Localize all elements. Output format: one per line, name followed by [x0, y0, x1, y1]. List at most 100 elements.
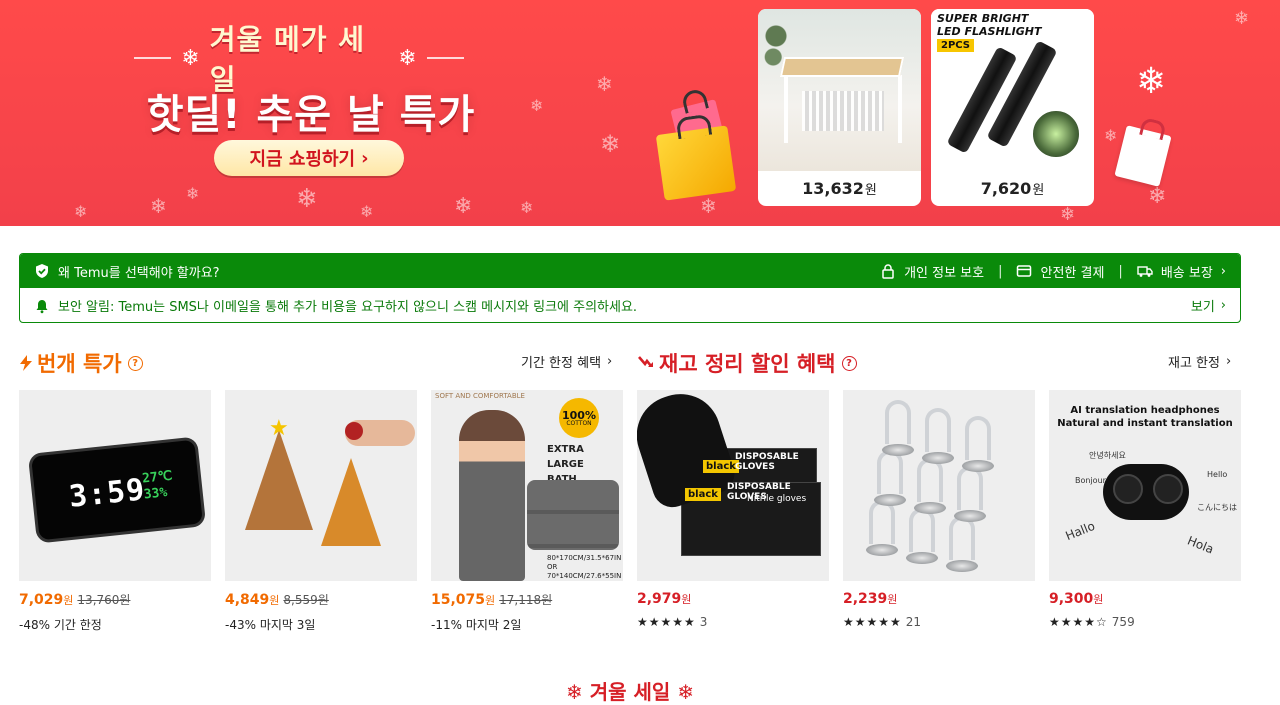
- deal-price-unit: 원: [864, 183, 877, 198]
- product-card[interactable]: ★ 4,849원 8,559원 -43% 마지막 3일: [225, 390, 417, 633]
- product-image[interactable]: [843, 390, 1035, 581]
- product-price: 2,239원: [843, 591, 897, 607]
- earbuds-image-heading: AI translation headphones Natural and in…: [1049, 404, 1241, 430]
- lightning-icon: [20, 355, 32, 371]
- banner-title: 핫딜! 추운 날 특가: [146, 92, 476, 138]
- product-image[interactable]: 3:59 27℃ 33%: [19, 390, 211, 581]
- product-price: 4,849원: [225, 592, 279, 608]
- banner-deal-card[interactable]: SUPER BRIGHT LED FLASHLIGHT 2PCS 7,620 원: [931, 9, 1094, 206]
- divider: |: [998, 263, 1003, 279]
- glove-box-tag: black: [703, 460, 739, 473]
- snowflake-icon: ❄: [186, 184, 200, 203]
- limited-stock-link[interactable]: 재고 한정 ›: [1168, 352, 1231, 371]
- language-word: こんにちは: [1197, 503, 1237, 512]
- snowflake-icon: ❄: [1104, 126, 1118, 145]
- snowflake-icon: ❄: [1060, 204, 1076, 225]
- cotton-badge-pct: 100%: [562, 408, 596, 422]
- snowflake-icon: ❄: [520, 198, 534, 217]
- snowflake-icon: ❄: [677, 680, 695, 704]
- towel-image-line: EXTRA LARGE: [547, 444, 584, 470]
- language-word: Hallo: [1063, 518, 1097, 544]
- rating-stars-icon: ★★★★★: [637, 615, 696, 629]
- product-price: 15,075원: [431, 592, 495, 608]
- review-count: 21: [905, 615, 922, 629]
- snowflake-icon: ❄: [1148, 184, 1167, 209]
- earbuds-image-line: Natural and instant translation: [1057, 418, 1233, 429]
- shop-now-button[interactable]: 지금 쇼핑하기 ›: [214, 140, 404, 176]
- limited-stock-label: 재고 한정: [1168, 356, 1220, 371]
- review-count: 3: [699, 615, 708, 629]
- payment-feature[interactable]: 안전한 결제: [1016, 262, 1104, 281]
- towel-image-text: SOFT AND COMFORTABLE: [435, 392, 525, 400]
- product-card[interactable]: 2,239원 ★★★★★ 21: [843, 390, 1035, 629]
- price-unit: 원: [681, 593, 692, 606]
- product-rating: ★★★★☆ 759: [1049, 615, 1241, 629]
- card-icon: [1017, 265, 1032, 277]
- view-alert-label: 보기: [1190, 300, 1215, 315]
- snowflake-icon: ❄: [150, 194, 167, 218]
- shop-now-label: 지금 쇼핑하기: [249, 149, 356, 170]
- glove-box-tag: black: [685, 488, 721, 501]
- snowflake-icon: ❄: [565, 680, 583, 704]
- privacy-label: 개인 정보 보호: [904, 265, 985, 281]
- snowflake-icon: ❄: [700, 194, 717, 218]
- language-word: Bonjour: [1075, 476, 1106, 485]
- winter-sale-text: 겨울 세일: [589, 680, 671, 704]
- divider: |: [1118, 263, 1123, 279]
- product-image[interactable]: SOFT AND COMFORTABLE 100% COTTON EXTRA L…: [431, 390, 623, 581]
- product-card[interactable]: SOFT AND COMFORTABLE 100% COTTON EXTRA L…: [431, 390, 623, 633]
- flash-deals-title-text: 번개 특가: [37, 352, 122, 376]
- privacy-feature[interactable]: 개인 정보 보호: [880, 262, 984, 281]
- deal-price-value: 7,620: [980, 179, 1032, 198]
- clock-temp-text: 27℃ 33%: [141, 469, 174, 503]
- cotton-badge-word: COTTON: [566, 419, 592, 427]
- snowflake-icon: ❄: [181, 45, 200, 71]
- clearance-header: 재고 정리 할인 혜택 ?: [637, 345, 857, 381]
- chevron-right-icon: ›: [1225, 354, 1232, 369]
- limited-time-label: 기간 한정 혜택: [521, 356, 602, 371]
- discount-note: -48% 기간 한정: [19, 618, 102, 632]
- price-unit: 원: [485, 594, 496, 607]
- product-price: 2,979원: [637, 591, 691, 607]
- discount-note: -11% 마지막 2일: [431, 618, 522, 632]
- bell-icon: [36, 299, 48, 313]
- help-icon[interactable]: ?: [127, 355, 143, 371]
- snowflake-icon: ❄: [530, 96, 544, 115]
- snowflake-icon: ❄: [1234, 8, 1250, 29]
- flash-deals-header: 번개 특가 ?: [19, 345, 143, 381]
- limited-time-link[interactable]: 기간 한정 혜택 ›: [521, 352, 612, 371]
- product-image[interactable]: black DISPOSABLE GLOVES black DISPOSABLE…: [637, 390, 829, 581]
- clearance-title-text: 재고 정리 할인 혜택: [659, 352, 836, 376]
- view-alert-link[interactable]: 보기 ›: [1191, 296, 1226, 315]
- product-card[interactable]: 3:59 27℃ 33% 7,029원 13,760원 -48% 기간 한정: [19, 390, 211, 633]
- snowflake-icon: ❄: [600, 130, 621, 158]
- product-image[interactable]: ★: [225, 390, 417, 581]
- product-image[interactable]: AI translation headphones Natural and in…: [1049, 390, 1241, 581]
- why-temu-link[interactable]: 왜 Temu를 선택해야 할까요?: [34, 262, 866, 281]
- rating-stars-icon: ★★★★★: [843, 615, 902, 629]
- product-rating: ★★★★★ 21: [843, 615, 1035, 629]
- price-unit: 원: [63, 594, 74, 607]
- price-unit: 원: [887, 593, 898, 606]
- promo-banner[interactable]: ❄ ❄ ❄ ❄ ❄ ❄ ❄ ❄ ❄ ❄ ❄ ❄ ❄ ❄ ❄ ❄ ❄ 겨울 메가 …: [0, 0, 1280, 226]
- product-card[interactable]: black DISPOSABLE GLOVES black DISPOSABLE…: [637, 390, 829, 629]
- original-price: 17,118원: [499, 593, 553, 607]
- price-value: 2,979: [637, 591, 682, 607]
- banner-deal-card[interactable]: 13,632 원: [758, 9, 921, 206]
- flash-deals-title[interactable]: 번개 특가 ?: [19, 348, 143, 378]
- clearance-title[interactable]: 재고 정리 할인 혜택 ?: [637, 348, 857, 378]
- snowflake-icon: ❄: [74, 202, 88, 221]
- price-unit: 원: [1093, 593, 1104, 606]
- price-unit: 원: [269, 594, 280, 607]
- flashlight-image-badge: 2PCS: [937, 39, 975, 52]
- deal-price-unit: 원: [1032, 183, 1045, 198]
- help-icon[interactable]: ?: [841, 355, 857, 371]
- product-price: 9,300원: [1049, 591, 1103, 607]
- discount-note: -43% 마지막 3일: [225, 618, 316, 632]
- delivery-feature[interactable]: 배송 보장 ›: [1137, 262, 1226, 281]
- language-word: 안녕하세요: [1089, 451, 1126, 460]
- product-card[interactable]: AI translation headphones Natural and in…: [1049, 390, 1241, 629]
- price-value: 7,029: [19, 592, 64, 608]
- why-temu-text: 왜 Temu를 선택해야 할까요?: [58, 265, 220, 281]
- cotton-badge: 100% COTTON: [559, 398, 599, 438]
